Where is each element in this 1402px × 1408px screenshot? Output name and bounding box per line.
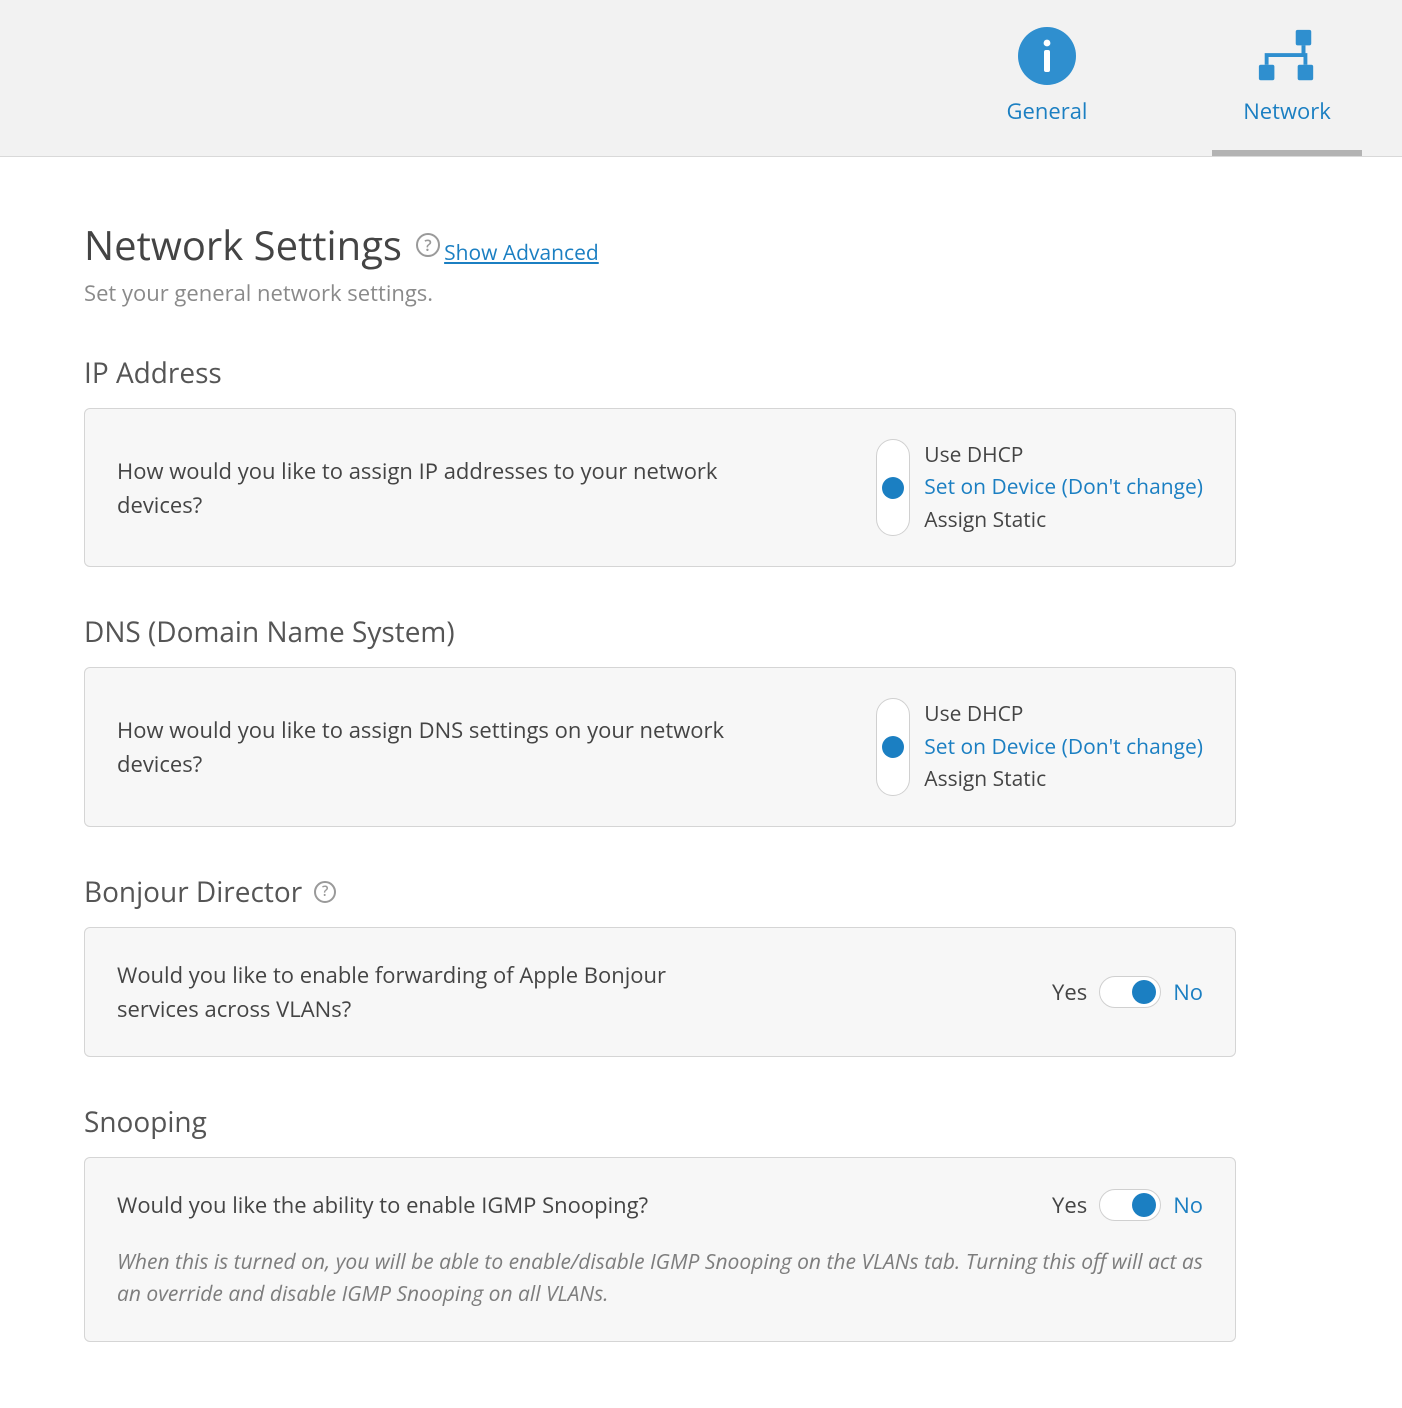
show-advanced-link[interactable]: Show Advanced xyxy=(444,239,599,267)
bonjour-toggle-group: Yes No xyxy=(1052,976,1203,1008)
snooping-hint: When this is turned on, you will be able… xyxy=(117,1246,1203,1311)
card-snooping: Would you like the ability to enable IGM… xyxy=(84,1157,1236,1342)
top-tab-bar: General Network xyxy=(0,0,1402,157)
bonjour-no-label[interactable]: No xyxy=(1173,977,1203,1007)
ip-selector-track[interactable] xyxy=(876,439,910,536)
bonjour-yes-label[interactable]: Yes xyxy=(1052,977,1087,1007)
snooping-toggle[interactable] xyxy=(1099,1189,1161,1221)
snooping-toggle-group: Yes No xyxy=(1052,1189,1203,1221)
dns-option-device[interactable]: Set on Device (Don't change) xyxy=(924,731,1203,763)
help-icon[interactable]: ? xyxy=(416,233,440,257)
info-icon xyxy=(1015,24,1079,88)
snooping-no-label[interactable]: No xyxy=(1173,1190,1203,1220)
help-icon[interactable]: ? xyxy=(314,881,336,903)
page-subtitle: Set your general network settings. xyxy=(84,278,1236,308)
section-heading-ip: IP Address xyxy=(84,354,1236,392)
dns-question: How would you like to assign DNS setting… xyxy=(117,713,737,781)
bonjour-heading-text: Bonjour Director xyxy=(84,873,302,911)
dns-selector-dot-2 xyxy=(882,767,904,789)
ip-option-device[interactable]: Set on Device (Don't change) xyxy=(924,471,1203,503)
network-icon xyxy=(1255,24,1319,88)
dns-option-dhcp[interactable]: Use DHCP xyxy=(924,698,1203,730)
page-content: Network Settings ? Show Advanced Set you… xyxy=(0,157,1320,1382)
section-heading-dns: DNS (Domain Name System) xyxy=(84,613,1236,651)
bonjour-toggle[interactable] xyxy=(1099,976,1161,1008)
dns-selector-dot-1 xyxy=(882,736,904,758)
tab-network-label: Network xyxy=(1243,96,1331,126)
section-heading-snooping: Snooping xyxy=(84,1103,1236,1141)
bonjour-question: Would you like to enable forwarding of A… xyxy=(117,958,737,1026)
dns-selector-track[interactable] xyxy=(876,698,910,795)
dns-assignment-selector[interactable]: Use DHCP Set on Device (Don't change) As… xyxy=(876,698,1203,795)
dns-selector-dot-0 xyxy=(882,705,904,727)
ip-selector-dot-2 xyxy=(882,507,904,529)
page-title: Network Settings ? xyxy=(84,217,440,272)
tab-general-label: General xyxy=(1007,96,1088,126)
page-title-text: Network Settings xyxy=(84,217,402,272)
ip-question: How would you like to assign IP addresse… xyxy=(117,454,737,522)
tab-general[interactable]: General xyxy=(972,24,1122,156)
ip-assignment-selector[interactable]: Use DHCP Set on Device (Don't change) As… xyxy=(876,439,1203,536)
tab-network[interactable]: Network xyxy=(1212,24,1362,156)
snooping-yes-label[interactable]: Yes xyxy=(1052,1190,1087,1220)
ip-option-dhcp[interactable]: Use DHCP xyxy=(924,439,1203,471)
ip-option-static[interactable]: Assign Static xyxy=(924,504,1203,536)
card-ip-address: How would you like to assign IP addresse… xyxy=(84,408,1236,567)
dns-option-static[interactable]: Assign Static xyxy=(924,763,1203,795)
ip-selector-dot-0 xyxy=(882,446,904,468)
card-dns: How would you like to assign DNS setting… xyxy=(84,667,1236,826)
ip-selector-dot-1 xyxy=(882,477,904,499)
section-heading-bonjour: Bonjour Director ? xyxy=(84,873,1236,911)
snooping-question: Would you like the ability to enable IGM… xyxy=(117,1188,648,1222)
card-bonjour: Would you like to enable forwarding of A… xyxy=(84,927,1236,1057)
